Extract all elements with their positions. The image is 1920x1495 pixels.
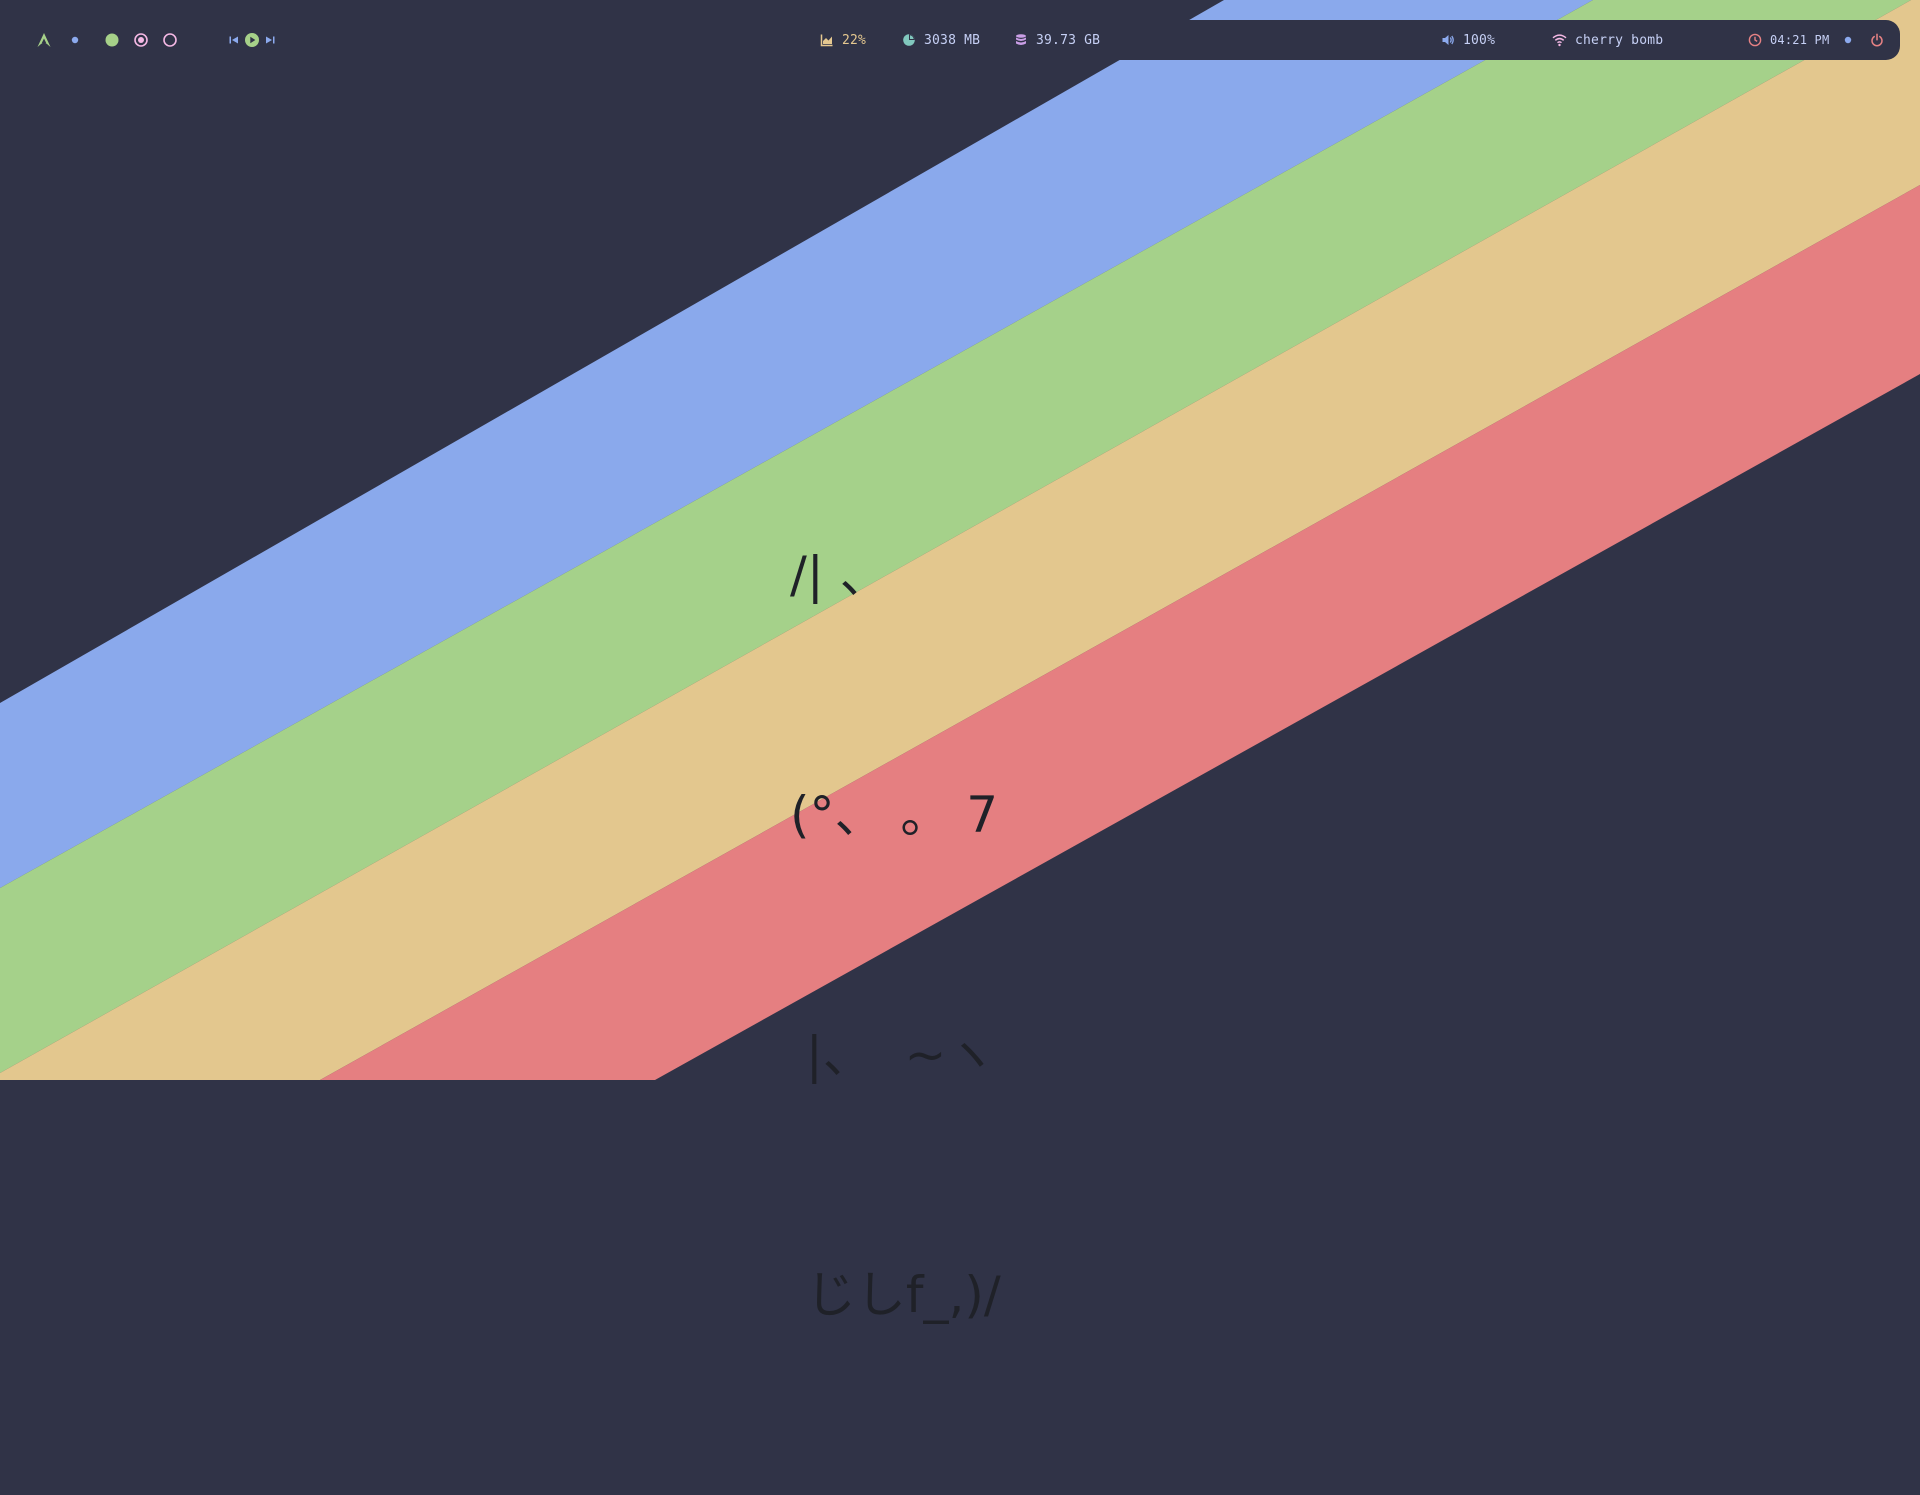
volume-value: 100% (1463, 32, 1496, 48)
memory-value: 3038 MB (924, 32, 981, 48)
chart-area-icon (820, 34, 833, 47)
desktop-wallpaper: /| 、 (°、 。 7 |、 ~ヽ じしf_,)/ (0, 0, 1920, 1324)
cpu-value: 22% (842, 32, 867, 48)
arch-logo-icon (37, 33, 51, 47)
cpu-widget[interactable]: 22% (820, 28, 866, 52)
ascii-line-3: |、 ~ヽ (790, 1026, 997, 1084)
pie-chart-icon (903, 34, 915, 46)
wifi-icon (1552, 34, 1567, 47)
clock-time: 04:21 PM (1770, 33, 1830, 47)
disk-value: 39.73 GB (1036, 32, 1101, 48)
ascii-line-2: (°、 。 7 (790, 786, 999, 844)
dot-icon (1844, 36, 1852, 44)
dot-icon (71, 36, 79, 44)
wifi-network-name: cherry bomb (1575, 32, 1664, 48)
workspace-3[interactable] (162, 28, 178, 52)
ascii-line-1: /| 、 (790, 546, 890, 604)
media-controls (228, 28, 276, 52)
workspace-2[interactable] (133, 28, 149, 52)
launcher-button[interactable] (36, 28, 52, 52)
play-icon (245, 33, 259, 47)
clock-widget[interactable]: 04:21 PM (1748, 28, 1829, 52)
power-icon (1871, 33, 1883, 47)
volume-icon (1442, 35, 1454, 45)
status-bar: 22% 3038 MB 39.73 GB 100% cherry bomb 04… (0, 0, 1920, 80)
workspace-empty-icon (163, 33, 177, 47)
workspace-1[interactable] (104, 28, 120, 52)
media-next-button[interactable] (264, 34, 276, 46)
workspace-active-icon (134, 33, 148, 47)
memory-widget[interactable]: 3038 MB (902, 28, 980, 52)
separator-dot (70, 28, 80, 52)
clock-icon (1748, 33, 1762, 47)
volume-widget[interactable]: 100% (1441, 28, 1495, 52)
ascii-cat-art: /| 、 (°、 。 7 |、 ~ヽ じしf_,)/ (790, 375, 1150, 1324)
notification-dot[interactable] (1843, 28, 1853, 52)
media-prev-button[interactable] (228, 34, 240, 46)
skip-back-icon (229, 36, 238, 44)
ascii-line-4: じしf_,)/ (790, 1266, 1001, 1324)
disk-widget[interactable]: 39.73 GB (1014, 28, 1100, 52)
media-play-button[interactable] (244, 32, 260, 48)
skip-forward-icon (266, 36, 275, 44)
wifi-widget[interactable]: cherry bomb (1552, 28, 1663, 52)
workspace-occupied-icon (105, 33, 119, 47)
database-icon (1016, 34, 1026, 45)
power-button[interactable] (1870, 28, 1884, 52)
